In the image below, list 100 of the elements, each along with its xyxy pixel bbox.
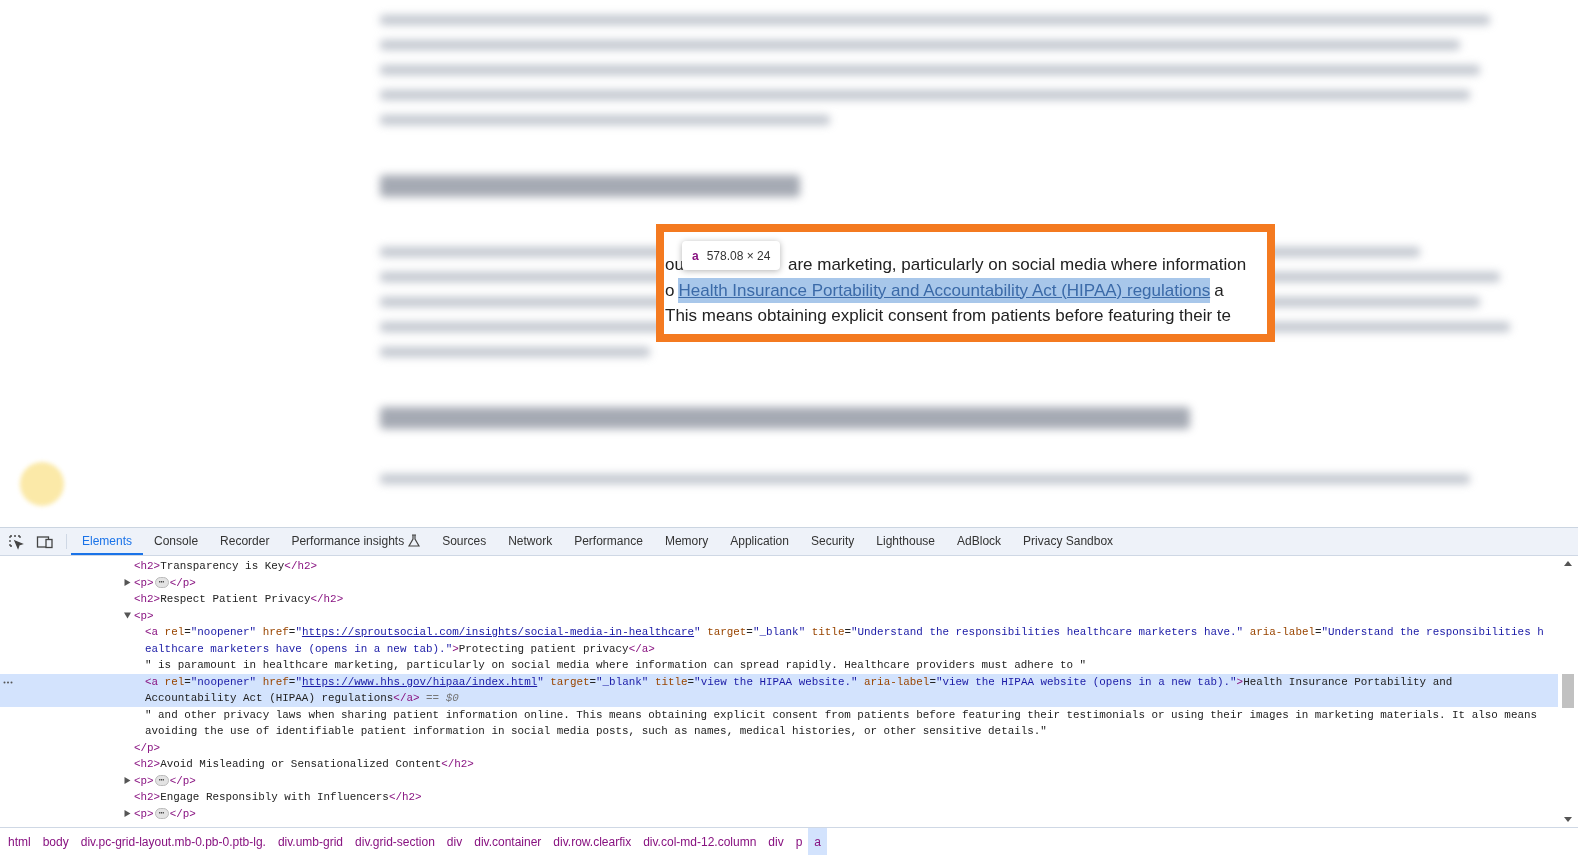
element-size: 578.08 × 24 <box>706 247 771 265</box>
more-dots-icon[interactable] <box>3 680 13 684</box>
attribute-value: "view the HIPAA website (opens in a new tab)." <box>935 675 1237 688</box>
attribute-name: title <box>810 626 845 638</box>
url-link[interactable]: https://sproutsocial.com/insights/social-media-in-healthcare <box>301 626 695 638</box>
code-line: <h2>Transparency is Key</h2> <box>134 560 318 572</box>
devtools-tab[interactable]: Performance <box>563 528 654 555</box>
scrollbar-thumb[interactable] <box>1562 674 1574 708</box>
code-text: = <box>687 675 695 688</box>
tag-text: </p> <box>169 807 196 820</box>
devtools-tab[interactable]: Security <box>799 528 866 555</box>
attribute-value: "noopener" <box>190 675 257 688</box>
ellipsis-button[interactable]: ⋯ <box>154 577 169 589</box>
attribute-name: target <box>549 675 590 688</box>
attribute-value: "noopener" <box>190 626 257 638</box>
url-link[interactable]: https://www.hhs.gov/hipaa/index.html <box>301 675 538 688</box>
attribute-value: " <box>295 626 302 638</box>
inspect-element-icon[interactable] <box>8 533 24 550</box>
text-fragment: a <box>1214 279 1224 302</box>
devtools-tab[interactable]: Elements <box>71 528 144 555</box>
devtools-tab[interactable]: Sources <box>431 528 498 555</box>
ellipsis-button[interactable]: ⋯ <box>154 775 169 787</box>
code-text: Health Insurance Portability and <box>1243 675 1453 688</box>
devtools-tab[interactable]: Privacy Sandbox <box>1012 528 1125 555</box>
devtools-tab[interactable]: Console <box>143 528 210 555</box>
code-text: = <box>844 626 851 638</box>
code-text: = <box>589 675 597 688</box>
code-line: avoiding the use of identifiable patient information in social media posts, such as names, medical histories, or other sensitive details." <box>145 725 1047 737</box>
tag-text: <a <box>145 626 159 638</box>
attribute-value: "Understand the responsibilities healthcare marketers have." <box>850 626 1244 638</box>
scroll-up-arrow-icon[interactable] <box>1564 560 1572 566</box>
attribute-value: "view the HIPAA website." <box>694 675 858 688</box>
attribute-name: aria-label <box>1248 626 1315 638</box>
code-line: ealthcare marketers have (opens in a new tab).">Protecting patient privacy</a> <box>145 642 655 655</box>
attribute-value: " <box>537 675 544 688</box>
attribute-name: title <box>653 675 688 688</box>
ellipsis-button[interactable]: ⋯ <box>154 808 169 820</box>
tag-text: <a <box>145 675 159 688</box>
attribute-name: href <box>261 626 289 638</box>
attribute-name: aria-label <box>863 675 930 688</box>
code-text: = <box>184 626 191 638</box>
code-line: <p> <box>134 609 154 622</box>
breadcrumb[interactable]: div <box>440 828 469 855</box>
breadcrumb[interactable]: div.grid-section <box>349 828 441 855</box>
breadcrumb[interactable]: p <box>789 828 809 855</box>
attribute-name: href <box>261 675 289 688</box>
tag-name: a <box>692 247 699 265</box>
code-text: = <box>184 675 191 688</box>
devtools-tab[interactable]: Application <box>719 528 800 555</box>
code-line: " is paramount in healthcare marketing, particularly on social media where information can spread rapidly. Healthcare providers must adhere to " <box>145 659 1087 671</box>
code-text: = <box>288 626 296 638</box>
tag-text: </p> <box>169 576 196 589</box>
code-line: <h2>Avoid Misleading or Sensationalized Content</h2> <box>134 758 474 770</box>
attribute-value: "_blank" <box>596 675 649 688</box>
code-text: = <box>1315 626 1322 638</box>
attribute-value: "Understand the responsibilities h <box>1321 626 1544 638</box>
device-toolbar-icon[interactable] <box>36 533 54 550</box>
code-text: = <box>288 675 296 688</box>
tag-text: <p> <box>134 576 154 589</box>
breadcrumb[interactable]: div.row.clearfix <box>547 828 638 855</box>
breadcrumb[interactable]: body <box>36 828 75 855</box>
code-line: <h2>Respect Patient Privacy</h2> <box>134 593 344 605</box>
breadcrumb[interactable]: div <box>762 828 790 855</box>
breadcrumb[interactable]: div.umb-grid <box>271 828 350 855</box>
devtools-tab[interactable]: AdBlock <box>946 528 1013 555</box>
text-fragment: o <box>665 279 675 302</box>
attribute-value: "_blank" <box>752 626 806 638</box>
breadcrumb[interactable]: div.col-md-12.column <box>637 828 763 855</box>
attribute-name: target <box>706 626 747 638</box>
text-fragment: are marketing, particularly on social media where information <box>787 254 1247 276</box>
breadcrumb[interactable]: a <box>808 828 828 855</box>
scroll-down-arrow-icon[interactable] <box>1564 817 1572 824</box>
tag-text: > <box>1236 675 1244 688</box>
devtools-tab[interactable]: Performance insights <box>280 528 432 555</box>
collapsed-triangle-icon[interactable] <box>124 578 131 586</box>
tag-text: <p> <box>134 774 154 787</box>
tag-text: <p> <box>134 807 154 820</box>
devtools-tab[interactable]: Recorder <box>209 528 281 555</box>
collapsed-triangle-icon[interactable] <box>124 776 131 784</box>
attribute-name: rel <box>163 675 185 688</box>
attribute-value: " <box>295 675 302 688</box>
attribute-value: " <box>694 626 701 638</box>
text-fragment: This means obtaining explicit consent from patients before featuring their te <box>665 305 1232 327</box>
code-text: = <box>929 675 936 688</box>
collapsed-triangle-icon[interactable] <box>124 809 131 817</box>
code-text: = <box>746 626 753 638</box>
code-line: </p> <box>134 741 161 754</box>
breadcrumb[interactable]: div.container <box>468 828 548 855</box>
code-line: Accountability Act (HIPAA) regulations</a> == $0 <box>145 692 459 704</box>
devtools-tab[interactable]: Memory <box>653 528 720 555</box>
code-line: <h2>Engage Responsibly with Influencers</h2> <box>134 791 422 803</box>
code-line: " and other privacy laws when sharing patient information online. This means obtaining explicit consent from patients before featuring their testimonials or using their images in marketing materials. It also means <box>145 708 1538 721</box>
attribute-name: rel <box>163 626 185 638</box>
breadcrumb[interactable]: html <box>2 828 37 855</box>
expanded-triangle-icon[interactable] <box>124 611 131 619</box>
breadcrumb[interactable]: div.pc-grid-layout.mb-0.pb-0.ptb-lg. <box>74 828 272 855</box>
devtools-tab[interactable]: Network <box>497 528 564 555</box>
tag-text: </p> <box>169 774 196 787</box>
devtools-tab[interactable]: Lighthouse <box>865 528 947 555</box>
flask-icon <box>408 534 421 547</box>
